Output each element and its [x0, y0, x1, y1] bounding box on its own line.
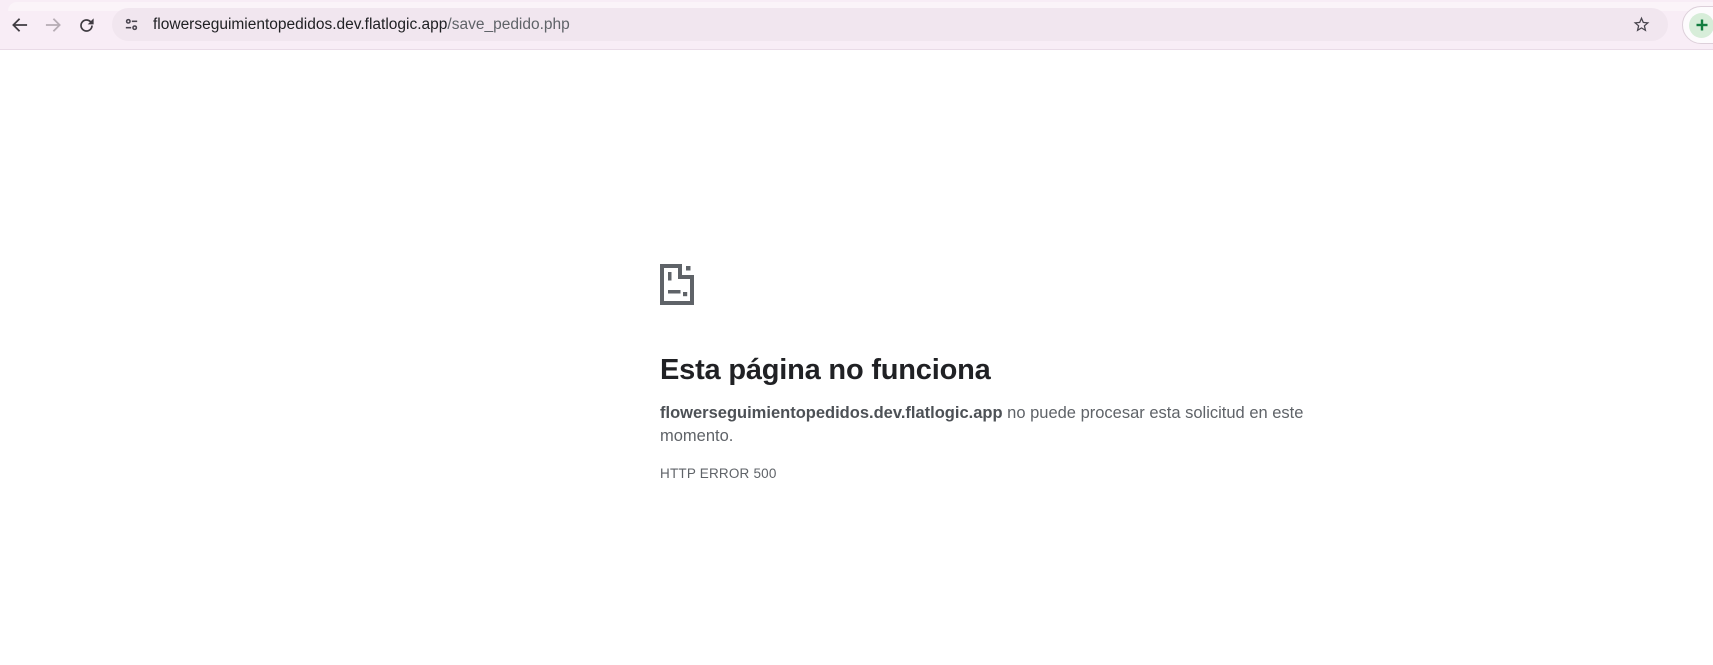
forward-arrow-icon	[43, 15, 63, 35]
forward-button[interactable]	[36, 8, 70, 42]
url-text[interactable]: flowerseguimientopedidos.dev.flatlogic.a…	[153, 8, 1626, 41]
reload-button[interactable]	[69, 8, 103, 42]
profile-button[interactable]	[1682, 6, 1713, 44]
reload-icon	[77, 16, 96, 35]
sad-page-icon	[660, 264, 694, 305]
browser-toolbar: flowerseguimientopedidos.dev.flatlogic.a…	[0, 0, 1713, 50]
bookmark-button[interactable]	[1626, 10, 1656, 40]
error-message-domain: flowerseguimientopedidos.dev.flatlogic.a…	[660, 404, 1003, 422]
site-info-button[interactable]	[118, 11, 145, 38]
error-title: Esta página no funciona	[660, 353, 1310, 388]
site-info-tune-icon	[123, 16, 140, 33]
error-message: flowerseguimientopedidos.dev.flatlogic.a…	[660, 402, 1310, 448]
url-bar[interactable]: flowerseguimientopedidos.dev.flatlogic.a…	[112, 8, 1668, 41]
plus-icon	[1695, 18, 1709, 32]
back-arrow-icon	[10, 15, 30, 35]
error-content: Esta página no funciona flowerseguimient…	[660, 264, 1310, 481]
page-content-area: Esta página no funciona flowerseguimient…	[0, 50, 1713, 665]
error-code: HTTP ERROR 500	[660, 466, 1310, 481]
url-path: /save_pedido.php	[447, 16, 569, 33]
star-icon	[1632, 15, 1651, 34]
plus-circle	[1689, 13, 1713, 38]
back-button[interactable]	[3, 8, 37, 42]
url-domain: flowerseguimientopedidos.dev.flatlogic.a…	[153, 16, 447, 33]
